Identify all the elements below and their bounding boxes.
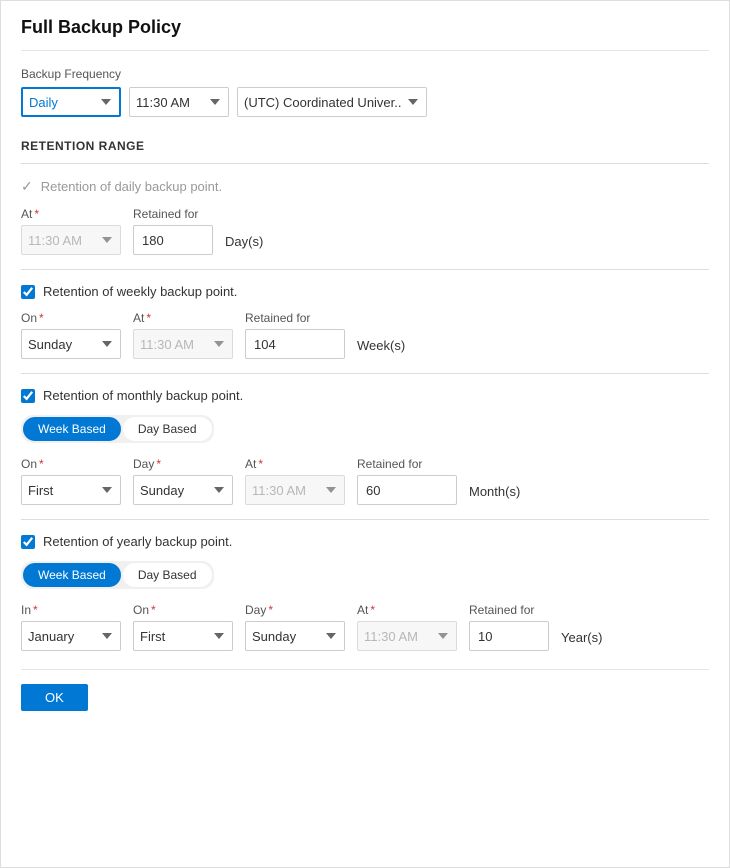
daily-checkmark-icon: ✓ <box>21 178 33 195</box>
yearly-retention-block: Retention of yearly backup point. Week B… <box>21 519 709 665</box>
yearly-unit: Year(s) <box>561 630 602 651</box>
yearly-at-required: * <box>370 603 375 617</box>
yearly-day-required: * <box>268 603 273 617</box>
daily-at-select[interactable]: 11:30 AM <box>21 225 121 255</box>
weekly-checkbox-row: Retention of weekly backup point. <box>21 284 709 299</box>
weekly-at-select[interactable]: 11:30 AM <box>133 329 233 359</box>
monthly-at-required: * <box>258 457 263 471</box>
yearly-on-label: On * <box>133 603 233 617</box>
yearly-day-group: Day * Sunday Monday Tuesday Wednesday Th… <box>245 603 345 651</box>
daily-checkbox-row: ✓ Retention of daily backup point. <box>21 178 709 195</box>
daily-fields-row: At * 11:30 AM Retained for Day(s) <box>21 207 709 255</box>
yearly-week-based-tab[interactable]: Week Based <box>23 563 121 587</box>
yearly-day-label: Day * <box>245 603 345 617</box>
yearly-in-select[interactable]: January February March April May June Ju… <box>21 621 121 651</box>
yearly-fields-row: In * January February March April May Ju… <box>21 603 709 651</box>
yearly-day-based-tab[interactable]: Day Based <box>123 563 212 587</box>
ok-button[interactable]: OK <box>21 684 88 711</box>
weekly-retained-label: Retained for <box>245 311 345 325</box>
yearly-at-select[interactable]: 11:30 AM <box>357 621 457 651</box>
yearly-retained-input[interactable] <box>469 621 549 651</box>
weekly-on-required: * <box>39 311 44 325</box>
yearly-retained-group: Retained for <box>469 603 549 651</box>
yearly-checkbox[interactable] <box>21 535 35 549</box>
yearly-at-label: At * <box>357 603 457 617</box>
yearly-day-select[interactable]: Sunday Monday Tuesday Wednesday Thursday… <box>245 621 345 651</box>
monthly-week-based-tab[interactable]: Week Based <box>23 417 121 441</box>
yearly-in-group: In * January February March April May Ju… <box>21 603 121 651</box>
daily-unit: Day(s) <box>225 234 263 255</box>
weekly-on-select[interactable]: Sunday Monday Tuesday Wednesday Thursday… <box>21 329 121 359</box>
monthly-at-select[interactable]: 11:30 AM <box>245 475 345 505</box>
yearly-retained-label: Retained for <box>469 603 549 617</box>
yearly-on-select[interactable]: First Second Third Fourth Last <box>133 621 233 651</box>
yearly-on-group: On * First Second Third Fourth Last <box>133 603 233 651</box>
yearly-tab-group: Week Based Day Based <box>21 561 214 589</box>
monthly-day-label: Day * <box>133 457 233 471</box>
weekly-at-group: At * 11:30 AM <box>133 311 233 359</box>
timezone-select[interactable]: (UTC) Coordinated Univer... (UTC-05:00) … <box>237 87 427 117</box>
monthly-retained-label: Retained for <box>357 457 457 471</box>
yearly-on-required: * <box>151 603 156 617</box>
yearly-in-label: In * <box>21 603 121 617</box>
monthly-on-group: On * First Second Third Fourth Last <box>21 457 121 505</box>
weekly-at-label: At * <box>133 311 233 325</box>
backup-frequency-row: Daily Weekly Monthly 11:30 AM 12:00 AM (… <box>21 87 709 117</box>
yearly-checkbox-row: Retention of yearly backup point. <box>21 534 709 549</box>
monthly-tab-group: Week Based Day Based <box>21 415 214 443</box>
weekly-fields-row: On * Sunday Monday Tuesday Wednesday Thu… <box>21 311 709 359</box>
monthly-on-label: On * <box>21 457 121 471</box>
monthly-day-group: Day * Sunday Monday Tuesday Wednesday Th… <box>133 457 233 505</box>
monthly-on-select[interactable]: First Second Third Fourth Last <box>21 475 121 505</box>
weekly-retention-label: Retention of weekly backup point. <box>43 284 237 299</box>
frequency-time-select[interactable]: 11:30 AM 12:00 AM <box>129 87 229 117</box>
yearly-at-group: At * 11:30 AM <box>357 603 457 651</box>
weekly-checkbox[interactable] <box>21 285 35 299</box>
monthly-day-based-tab[interactable]: Day Based <box>123 417 212 441</box>
retention-range-header: RETENTION RANGE <box>21 135 709 153</box>
weekly-retained-group: Retained for <box>245 311 345 359</box>
monthly-retained-group: Retained for <box>357 457 457 505</box>
monthly-retention-label: Retention of monthly backup point. <box>43 388 243 403</box>
daily-at-label: At * <box>21 207 121 221</box>
weekly-retained-input[interactable] <box>245 329 345 359</box>
monthly-retained-input[interactable] <box>357 475 457 505</box>
weekly-unit: Week(s) <box>357 338 405 359</box>
backup-frequency-label: Backup Frequency <box>21 67 709 81</box>
daily-retention-block: ✓ Retention of daily backup point. At * … <box>21 163 709 269</box>
monthly-checkbox[interactable] <box>21 389 35 403</box>
daily-retained-input[interactable] <box>133 225 213 255</box>
page-title: Full Backup Policy <box>21 17 709 51</box>
weekly-retention-block: Retention of weekly backup point. On * S… <box>21 269 709 373</box>
monthly-unit: Month(s) <box>469 484 520 505</box>
yearly-in-required: * <box>33 603 38 617</box>
monthly-checkbox-row: Retention of monthly backup point. <box>21 388 709 403</box>
monthly-retention-block: Retention of monthly backup point. Week … <box>21 373 709 519</box>
monthly-at-group: At * 11:30 AM <box>245 457 345 505</box>
page-container: Full Backup Policy Backup Frequency Dail… <box>0 0 730 868</box>
monthly-day-select[interactable]: Sunday Monday Tuesday Wednesday Thursday… <box>133 475 233 505</box>
monthly-fields-row: On * First Second Third Fourth Last Day … <box>21 457 709 505</box>
yearly-retention-label: Retention of yearly backup point. <box>43 534 232 549</box>
daily-at-required: * <box>34 207 39 221</box>
monthly-on-required: * <box>39 457 44 471</box>
weekly-at-required: * <box>146 311 151 325</box>
weekly-on-group: On * Sunday Monday Tuesday Wednesday Thu… <box>21 311 121 359</box>
frequency-select[interactable]: Daily Weekly Monthly <box>21 87 121 117</box>
daily-retention-label: Retention of daily backup point. <box>41 179 222 194</box>
monthly-at-label: At * <box>245 457 345 471</box>
weekly-on-label: On * <box>21 311 121 325</box>
daily-retained-group: Retained for <box>133 207 213 255</box>
daily-retained-label: Retained for <box>133 207 213 221</box>
monthly-day-required: * <box>156 457 161 471</box>
footer-section: OK <box>21 669 709 711</box>
daily-at-group: At * 11:30 AM <box>21 207 121 255</box>
